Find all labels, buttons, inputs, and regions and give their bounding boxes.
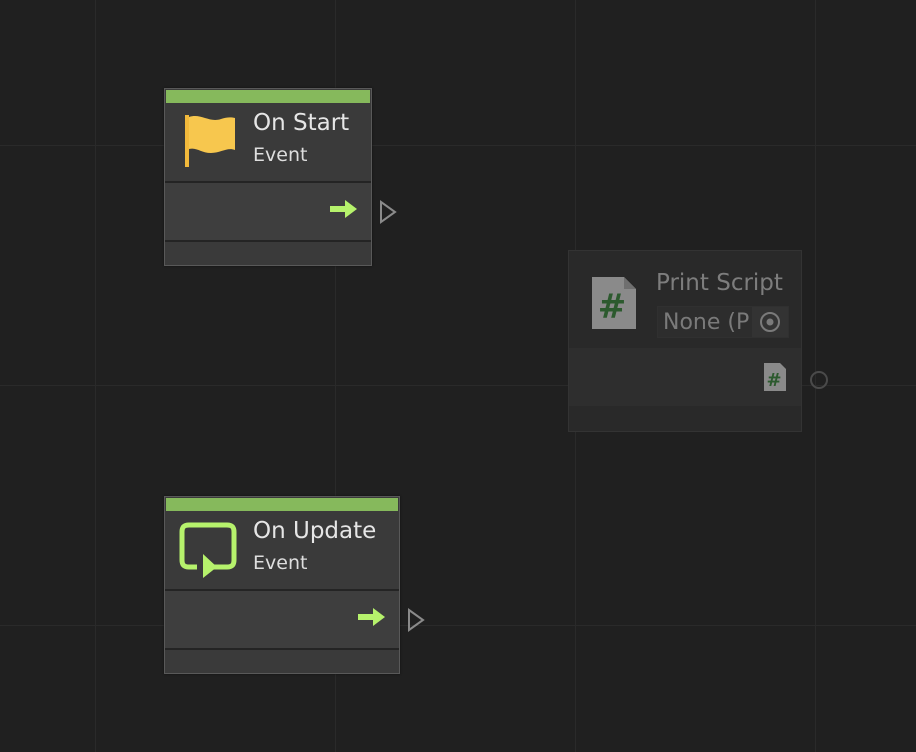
csharp-script-icon: # [592, 277, 636, 329]
node-title: Print Script [656, 270, 783, 296]
ports-area [165, 183, 371, 240]
node-footer [165, 650, 399, 673]
control-output-port-icon[interactable] [378, 199, 398, 225]
target-icon [760, 312, 780, 332]
field-value: None (P [663, 310, 750, 335]
value-output-port-icon[interactable] [808, 369, 830, 391]
event-header-bar [166, 498, 398, 511]
ports-area: # [569, 348, 801, 406]
on-start-node[interactable]: On Start Event [164, 88, 372, 266]
node-title: On Update [253, 518, 377, 544]
control-output-port-icon[interactable] [406, 607, 426, 633]
node-title: On Start [253, 110, 350, 136]
node-subtitle: Event [253, 144, 308, 166]
csharp-script-output-icon: # [764, 363, 786, 391]
control-output-arrow-icon[interactable] [357, 607, 387, 627]
flag-icon [185, 115, 235, 167]
script-object-field[interactable]: None (P [657, 306, 789, 338]
on-update-node[interactable]: On Update Event [164, 496, 400, 674]
loop-icon [179, 522, 237, 578]
node-subtitle: Event [253, 552, 308, 574]
object-picker-button[interactable] [752, 307, 788, 337]
svg-text:#: # [598, 287, 627, 327]
svg-text:#: # [766, 370, 781, 391]
ports-area [165, 591, 399, 648]
control-output-arrow-icon[interactable] [329, 199, 359, 219]
event-header-bar [166, 90, 370, 103]
node-footer [165, 242, 371, 265]
print-script-node[interactable]: # Print Script None (P # [568, 250, 802, 432]
